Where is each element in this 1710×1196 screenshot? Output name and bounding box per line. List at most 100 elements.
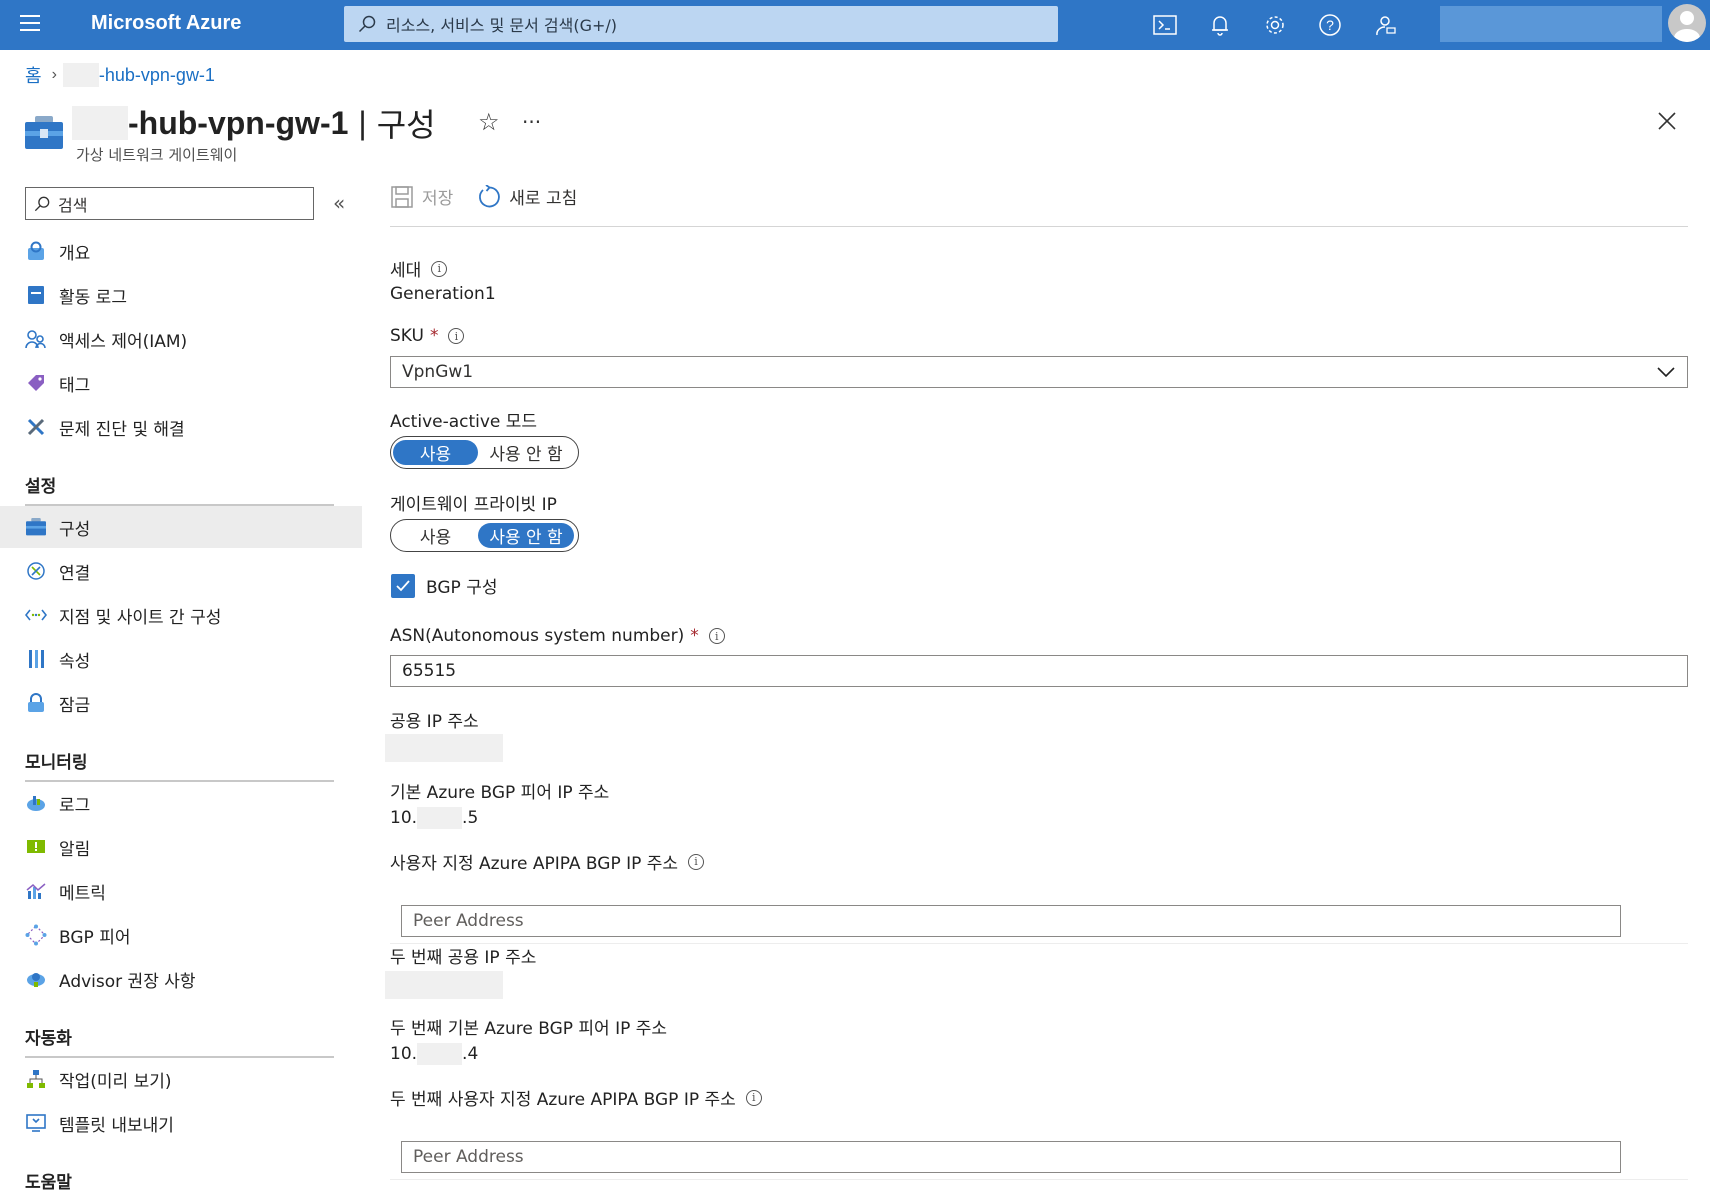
sidebar-item-tags[interactable]: 태그 (0, 363, 362, 403)
sku-dropdown[interactable]: VpnGw1 (390, 356, 1688, 388)
private-ip-enabled-option[interactable]: 사용 (393, 523, 478, 548)
active-active-disabled-option[interactable]: 사용 안 함 (478, 440, 574, 465)
more-options-icon[interactable]: ··· (522, 110, 541, 134)
redacted-public-ip (385, 734, 503, 762)
sidebar-heading-automation: 자동화 (25, 1029, 72, 1049)
sidebar-item-label: 속성 (59, 651, 91, 672)
close-icon[interactable] (1654, 108, 1680, 134)
metrics-icon (25, 880, 47, 902)
sidebar-item-properties[interactable]: 속성 (0, 639, 362, 679)
diagnose-icon (25, 416, 47, 438)
gateway-private-ip-toggle: 사용 사용 안 함 (390, 519, 579, 552)
row-divider (390, 943, 1688, 944)
redacted-text (72, 106, 128, 140)
settings-icon[interactable] (1260, 10, 1290, 40)
command-bar: 저장 새로 고침 (390, 184, 601, 209)
brand-title[interactable]: Microsoft Azure (91, 12, 241, 35)
second-custom-apipa-label: 두 번째 사용자 지정 Azure APIPA BGP IP 주소 i (390, 1085, 762, 1110)
menu-icon[interactable] (20, 15, 40, 33)
info-icon[interactable]: i (431, 260, 448, 277)
bgp-ip-prefix: 10. (390, 1044, 418, 1064)
second-peer-address-input[interactable]: Peer Address (401, 1141, 1621, 1173)
sidebar-item-locks[interactable]: 잠금 (0, 683, 362, 723)
sidebar-item-metrics[interactable]: 메트릭 (0, 871, 362, 911)
bgp-checkbox-label[interactable]: BGP 구성 (426, 573, 497, 598)
sidebar-item-export-template[interactable]: 템플릿 내보내기 (0, 1103, 362, 1143)
required-marker: * (429, 326, 439, 346)
alerts-icon (25, 836, 47, 858)
sidebar-item-overview[interactable]: 개요 (0, 231, 362, 271)
point-to-site-icon (25, 604, 47, 626)
sidebar-item-point-to-site[interactable]: 지점 및 사이트 간 구성 (0, 595, 362, 635)
active-active-enabled-option[interactable]: 사용 (393, 440, 478, 465)
help-icon[interactable]: ? (1315, 10, 1345, 40)
sidebar-item-activity-log[interactable]: 활동 로그 (0, 275, 362, 315)
sidebar-item-label: 액세스 제어(IAM) (59, 331, 188, 352)
sidebar-item-label: 메트릭 (59, 883, 106, 904)
peer-address-input[interactable]: Peer Address (401, 905, 1621, 937)
global-search-input[interactable]: 리소스, 서비스 및 문서 검색(G+/) (344, 6, 1058, 42)
save-button[interactable]: 저장 (390, 184, 453, 209)
sidebar-item-label: 연결 (59, 563, 91, 584)
bgp-checkbox[interactable] (391, 574, 415, 598)
breadcrumb-resource[interactable]: -hub-vpn-gw-1 (99, 65, 215, 86)
default-bgp-ip-label: 기본 Azure BGP 피어 IP 주소 (390, 783, 610, 803)
private-ip-disabled-option[interactable]: 사용 안 함 (478, 523, 574, 548)
second-default-bgp-ip-value: 10. .4 (390, 1043, 478, 1065)
page-subtitle: 가상 네트워크 게이트웨이 (76, 146, 238, 164)
sku-label-text: SKU (390, 326, 424, 346)
generation-label-text: 세대 (390, 261, 422, 281)
configuration-icon (25, 516, 47, 538)
bgp-peers-icon (25, 924, 47, 946)
sidebar-item-bgp-peers[interactable]: BGP 피어 (0, 915, 362, 955)
account-button[interactable] (1440, 6, 1662, 42)
svg-text:?: ? (1326, 17, 1334, 33)
sidebar-item-label: 문제 진단 및 해결 (59, 419, 185, 440)
info-icon[interactable]: i (448, 328, 465, 344)
favorite-star-icon[interactable]: ☆ (478, 108, 500, 136)
sidebar-divider (25, 780, 334, 782)
notifications-icon[interactable] (1205, 10, 1235, 40)
refresh-button[interactable]: 새로 고침 (477, 184, 577, 209)
second-custom-apipa-label-text: 두 번째 사용자 지정 Azure APIPA BGP IP 주소 (390, 1090, 736, 1110)
save-label: 저장 (422, 189, 454, 209)
breadcrumb-home[interactable]: 홈 (25, 62, 42, 88)
toolbar-divider (390, 226, 1688, 227)
info-icon[interactable]: i (688, 853, 705, 870)
vpn-gateway-icon (25, 116, 63, 150)
sidebar-search-input[interactable]: 검색 (25, 187, 314, 220)
sidebar-item-tasks[interactable]: 작업(미리 보기) (0, 1059, 362, 1099)
sidebar-item-alerts[interactable]: 알림 (0, 827, 362, 867)
default-bgp-ip-value: 10. .5 (390, 807, 478, 829)
breadcrumb: 홈 › -hub-vpn-gw-1 (25, 62, 215, 88)
generation-value: Generation1 (390, 284, 496, 304)
cloud-shell-icon[interactable] (1150, 10, 1180, 40)
sidebar-item-label: 태그 (59, 375, 91, 396)
properties-icon (25, 648, 47, 670)
sidebar-item-diagnose[interactable]: 문제 진단 및 해결 (0, 407, 362, 447)
bgp-ip-suffix: .4 (462, 1044, 479, 1064)
sidebar-item-logs[interactable]: 로그 (0, 783, 362, 823)
checkmark-icon (396, 580, 410, 592)
refresh-label: 새로 고침 (509, 189, 578, 209)
sidebar-item-connections[interactable]: 연결 (0, 551, 362, 591)
sidebar-heading-help: 도움말 (25, 1173, 72, 1193)
bgp-ip-prefix: 10. (390, 808, 418, 828)
page-title: -hub-vpn-gw-1 | 구성 (72, 100, 436, 146)
avatar[interactable] (1668, 4, 1706, 42)
sidebar-item-advisor[interactable]: Advisor 권장 사항 (0, 959, 362, 999)
info-icon[interactable]: i (745, 1089, 762, 1106)
sku-selected-value: VpnGw1 (402, 362, 474, 382)
connections-icon (25, 560, 47, 582)
sidebar-item-label: 로그 (59, 795, 91, 816)
sidebar-item-iam[interactable]: 액세스 제어(IAM) (0, 319, 362, 359)
collapse-sidebar-icon[interactable]: « (333, 191, 345, 215)
asn-input[interactable]: 65515 (390, 655, 1688, 687)
sidebar-item-configuration[interactable]: 구성 (0, 506, 362, 548)
info-icon[interactable]: i (708, 628, 725, 644)
sidebar-item-label: 템플릿 내보내기 (59, 1115, 174, 1136)
top-bar: Microsoft Azure 리소스, 서비스 및 문서 검색(G+/) ? (0, 0, 1710, 50)
sidebar-item-label: 작업(미리 보기) (59, 1071, 172, 1092)
redacted-text (417, 807, 463, 829)
feedback-icon[interactable] (1370, 10, 1400, 40)
